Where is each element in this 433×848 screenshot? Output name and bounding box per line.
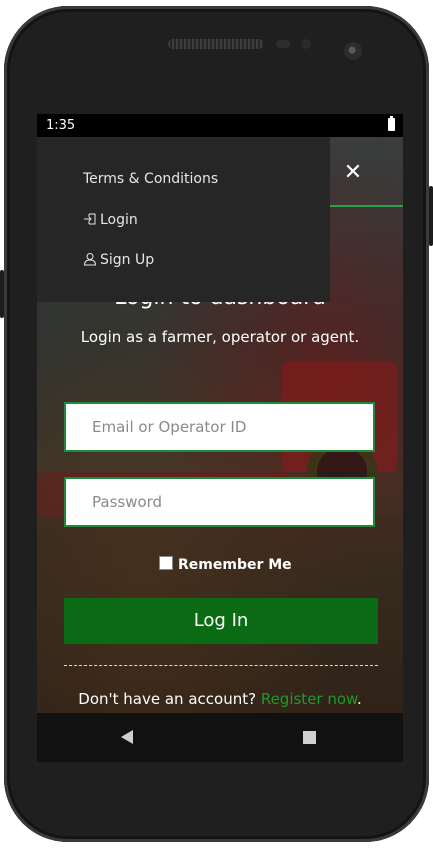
proximity-sensor: [276, 40, 290, 48]
light-sensor: [301, 39, 311, 49]
header-underline: [330, 205, 403, 207]
side-menu: Terms & Conditions Login Sign Up: [37, 137, 330, 302]
menu-item-signup[interactable]: Sign Up: [83, 252, 154, 268]
login-icon: [84, 213, 96, 225]
battery-icon: [388, 116, 395, 131]
remember-me-label: Remember Me: [178, 557, 292, 573]
register-link[interactable]: Register now: [261, 690, 357, 708]
signup-suffix: .: [356, 690, 362, 708]
phone-frame: 1:35 ✕ Login to dashboard Login as a far…: [4, 6, 429, 842]
menu-item-terms[interactable]: Terms & Conditions: [83, 171, 218, 187]
home-icon[interactable]: [303, 731, 316, 744]
status-time: 1:35: [46, 118, 76, 133]
back-icon[interactable]: [120, 729, 134, 745]
menu-item-login[interactable]: Login: [83, 212, 138, 228]
status-bar: 1:35: [37, 114, 403, 137]
email-field[interactable]: [64, 402, 375, 452]
menu-item-label: Terms & Conditions: [83, 171, 219, 187]
login-button[interactable]: Log In: [64, 598, 378, 644]
android-navigation-bar: [37, 713, 403, 762]
close-menu-button[interactable]: ✕: [343, 161, 363, 185]
menu-item-label: Login: [100, 212, 138, 228]
menu-item-label: Sign Up: [100, 252, 155, 268]
page-subtitle: Login as a farmer, operator or agent.: [80, 328, 360, 346]
front-camera: [344, 42, 362, 60]
password-field[interactable]: [64, 477, 375, 527]
earpiece-speaker: [168, 39, 264, 49]
signup-prompt: Don't have an account? Register now.: [37, 690, 403, 708]
divider: [64, 665, 378, 666]
volume-button: [0, 270, 4, 318]
user-icon: [83, 253, 97, 266]
device-screen: 1:35 ✕ Login to dashboard Login as a far…: [37, 114, 403, 762]
remember-me[interactable]: Remember Me: [159, 556, 292, 573]
power-button: [429, 186, 433, 246]
signup-prompt-text: Don't have an account?: [78, 690, 261, 708]
remember-me-checkbox[interactable]: [159, 556, 173, 570]
